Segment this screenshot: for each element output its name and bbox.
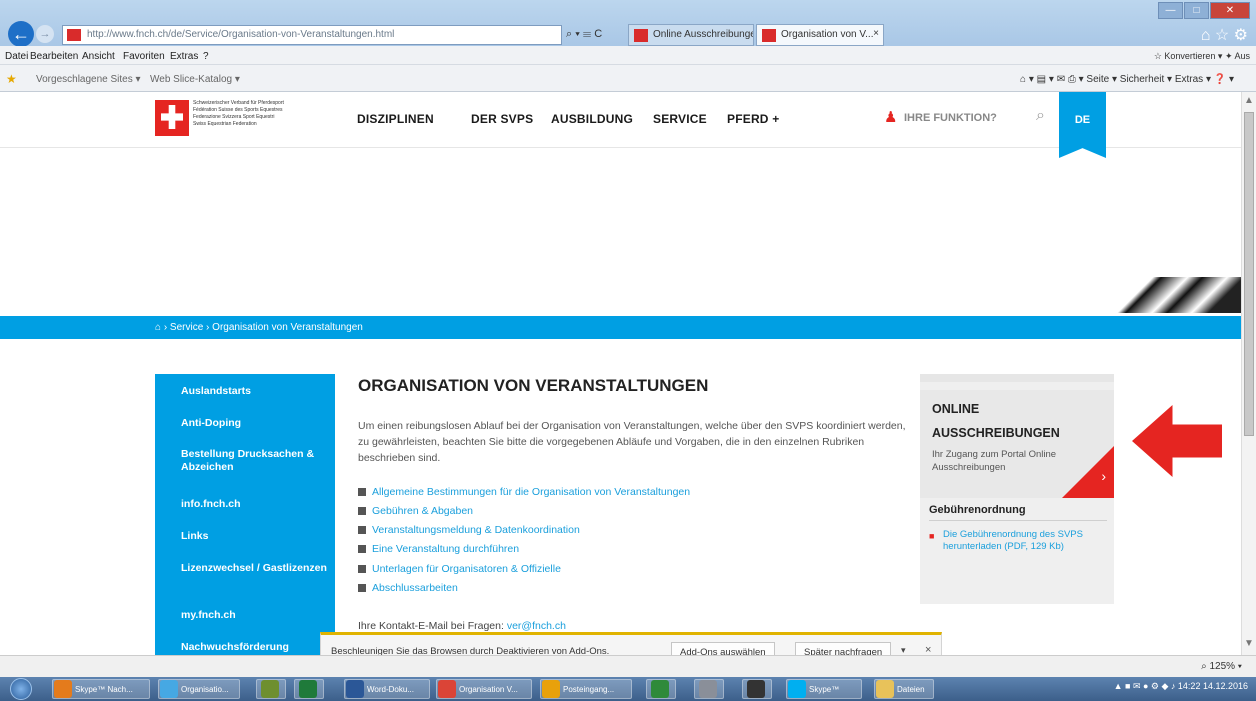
sidebar-item-info[interactable]: info.fnch.ch — [181, 498, 329, 511]
favorites-star-icon[interactable]: ★ — [6, 72, 17, 86]
sidebar-item-lizenzwechsel[interactable]: Lizenzwechsel / Gastlizenzen — [181, 562, 329, 575]
menu-bearbeiten[interactable]: Bearbeiten — [30, 51, 78, 62]
gebuehrenordnung-download-link[interactable]: Die Gebührenordnung des SVPS herunterlad… — [943, 529, 1093, 553]
user-icon[interactable]: ♟ — [884, 108, 897, 126]
tab-close-icon[interactable]: × — [873, 28, 879, 39]
maximize-button[interactable]: □ — [1184, 2, 1209, 19]
web-page: Schweizerischer Verband für Pferdesport … — [0, 92, 1241, 655]
sidebar-item-drucksachen[interactable]: Bestellung Drucksachen & Abzeichen — [181, 448, 329, 474]
scroll-down-icon[interactable]: ▼ — [1244, 638, 1254, 649]
forward-button[interactable]: → — [36, 25, 54, 43]
language-switch[interactable]: DE — [1059, 92, 1106, 158]
menu-favoriten[interactable]: Favoriten — [123, 51, 165, 62]
tab-label: Online Ausschreibungen — [653, 29, 754, 40]
taskbar-item-skype2[interactable]: Skype™ — [786, 679, 862, 699]
taskbar-item-outlook[interactable]: Posteingang... — [540, 679, 632, 699]
taskbar-item-ie[interactable]: Organisatio... — [158, 679, 240, 699]
tab-favicon — [634, 29, 648, 42]
web-slice-gallery[interactable]: Web Slice-Katalog ▾ — [150, 74, 240, 85]
windows-taskbar: Skype™ Nach... Organisatio... Word-Doku.… — [0, 677, 1256, 701]
menu-help[interactable]: ? — [203, 51, 209, 62]
taskbar-item-app1[interactable] — [256, 679, 286, 699]
pdf-icon: ■ — [929, 531, 935, 541]
suggested-sites[interactable]: Vorgeschlagene Sites ▾ — [36, 74, 141, 85]
menu-bar: Datei Bearbeiten Ansicht Favoriten Extra… — [0, 46, 1256, 65]
gebuehrenordnung-heading: Gebührenordnung — [929, 504, 1026, 516]
taskbar-item-chrome[interactable]: Organisation V... — [436, 679, 532, 699]
link-veranstaltung-durchfuehren[interactable]: Eine Veranstaltung durchführen — [358, 543, 519, 555]
breadcrumb: ⌂ › Service › Organisation von Veranstal… — [0, 316, 1241, 339]
window-controls: — □ ✕ — [1158, 2, 1250, 19]
page-scrollbar[interactable]: ▲ ▼ — [1241, 92, 1256, 655]
red-arrow-annotation-icon — [1132, 405, 1222, 477]
teaser-title-line2: AUSSCHREIBUNGEN — [932, 426, 1060, 440]
hero-image — [1112, 277, 1241, 313]
taskbar-item-app4[interactable] — [742, 679, 772, 699]
system-tray[interactable]: ▲ ■ ✉ ● ⚙ ◆ ♪ 14:22 14.12.2016 — [1114, 681, 1248, 692]
taskbar-item-app3[interactable] — [694, 679, 724, 699]
contact-label: Ihre Kontakt-E-Mail bei Fragen: — [358, 620, 504, 632]
nav-der-svps[interactable]: DER SVPS — [471, 112, 533, 126]
ihre-funktion-link[interactable]: IHRE FUNKTION? — [904, 112, 997, 124]
sidebar-item-links[interactable]: Links — [181, 530, 329, 543]
scroll-up-icon[interactable]: ▲ — [1244, 95, 1254, 106]
contact-line: Ihre Kontakt-E-Mail bei Fragen: ver@fnch… — [358, 620, 566, 632]
sidebar-item-my-fnch[interactable]: my.fnch.ch — [181, 609, 329, 622]
nav-service[interactable]: SERVICE — [653, 112, 707, 126]
link-veranstaltungsmeldung[interactable]: Veranstaltungsmeldung & Datenkoordinatio… — [358, 524, 580, 536]
link-allgemeine-bestimmungen[interactable]: Allgemeine Bestimmungen für die Organisa… — [358, 486, 690, 498]
status-bar: ⌕ 125% ▾ — [0, 655, 1256, 677]
teaser-subtitle: Ihr Zugang zum Portal Online Ausschreibu… — [932, 449, 1057, 473]
minimize-button[interactable]: — — [1158, 2, 1183, 19]
browser-titlebar: ← → http://www.fnch.ch/de/Service/Organi… — [0, 0, 1256, 47]
nav-pferd-plus[interactable]: PFERD + — [727, 112, 779, 126]
tab-organisation[interactable]: Organisation von V... × — [756, 24, 884, 46]
divider — [929, 520, 1107, 521]
menu-ansicht[interactable]: Ansicht — [82, 51, 115, 62]
sidebar-item-nachwuchs[interactable]: Nachwuchsförderung — [181, 641, 329, 654]
svps-logo[interactable] — [155, 100, 189, 136]
home-favorites-settings-icons[interactable]: ⌂ ☆ ⚙ — [1201, 25, 1248, 45]
breadcrumb-path[interactable]: › Service › Organisation von Veranstaltu… — [164, 322, 363, 333]
back-button[interactable]: ← — [8, 21, 34, 47]
favorites-bar: ★ Vorgeschlagene Sites ▾ Web Slice-Katal… — [0, 65, 1256, 92]
taskbar-item-skype[interactable]: Skype™ Nach... — [52, 679, 150, 699]
convert-button[interactable]: ☆ Konvertieren ▾ ✦ Aus — [1154, 51, 1250, 62]
tab-label: Organisation von V... — [781, 29, 874, 40]
logo-text: Schweizerischer Verband für Pferdesport … — [193, 100, 284, 127]
nav-ausbildung[interactable]: AUSBILDUNG — [551, 112, 633, 126]
link-abschlussarbeiten[interactable]: Abschlussarbeiten — [358, 582, 458, 594]
sidebar-item-auslandstarts[interactable]: Auslandstarts — [181, 385, 329, 398]
home-icon[interactable]: ⌂ — [155, 322, 161, 333]
close-window-button[interactable]: ✕ — [1210, 2, 1250, 19]
link-gebuehren[interactable]: Gebühren & Abgaben — [358, 505, 473, 517]
site-favicon — [67, 29, 81, 41]
zoom-level[interactable]: ⌕ 125% ▾ — [1201, 661, 1242, 672]
taskbar-item-explorer[interactable]: Dateien — [874, 679, 934, 699]
link-unterlagen[interactable]: Unterlagen für Organisatoren & Offiziell… — [358, 563, 561, 575]
command-bar[interactable]: ⌂ ▾ ▤ ▾ ✉ ⎙ ▾ Seite ▾ Sicherheit ▾ Extra… — [1020, 74, 1234, 85]
sidebar-item-anti-doping[interactable]: Anti-Doping — [181, 417, 329, 430]
nav-disziplinen[interactable]: DISZIPLINEN — [357, 112, 434, 126]
start-button[interactable] — [10, 678, 32, 700]
teaser-title-line1: ONLINE — [932, 402, 980, 416]
sidebar-nav: Auslandstarts Anti-Doping Bestellung Dru… — [155, 374, 335, 655]
menu-datei[interactable]: Datei — [5, 51, 28, 62]
search-icon[interactable]: ⌕ — [1036, 107, 1045, 125]
tab-online-ausschreibungen[interactable]: Online Ausschreibungen — [628, 24, 754, 46]
site-header: Schweizerischer Verband für Pferdesport … — [0, 92, 1241, 158]
menu-extras[interactable]: Extras — [170, 51, 198, 62]
online-ausschreibungen-teaser[interactable]: ONLINE AUSSCHREIBUNGEN Ihr Zugang zum Po… — [920, 390, 1114, 498]
page-title: ORGANISATION VON VERANSTALTUNGEN — [358, 376, 709, 395]
taskbar-item-word[interactable]: Word-Doku... — [344, 679, 430, 699]
taskbar-item-app2[interactable] — [646, 679, 676, 699]
contact-email-link[interactable]: ver@fnch.ch — [507, 620, 566, 632]
tab-favicon — [762, 29, 776, 42]
scrollbar-thumb[interactable] — [1244, 112, 1254, 436]
address-text: http://www.fnch.ch/de/Service/Organisati… — [87, 29, 395, 40]
address-controls[interactable]: ⌕ ▾ ☰ C — [566, 28, 602, 41]
taskbar-item-excel[interactable] — [294, 679, 324, 699]
intro-text: Um einen reibungslosen Ablauf bei der Or… — [358, 420, 906, 464]
address-bar[interactable]: http://www.fnch.ch/de/Service/Organisati… — [62, 25, 562, 45]
